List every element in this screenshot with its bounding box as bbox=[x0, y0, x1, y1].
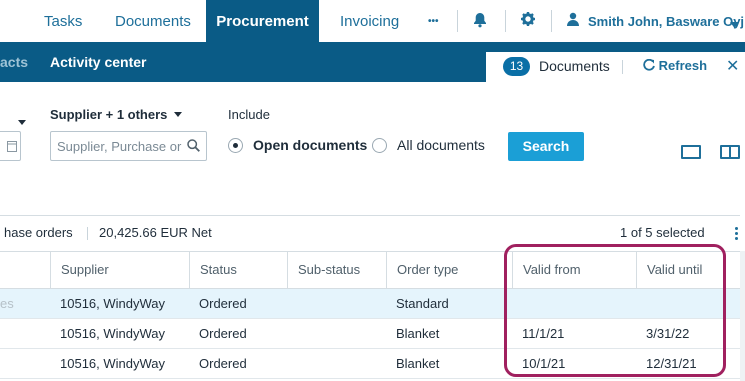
supplier-search-input[interactable]: Supplier, Purchase or bbox=[50, 131, 207, 161]
all-documents-radio[interactable] bbox=[372, 138, 387, 153]
include-label: Include bbox=[228, 107, 270, 122]
panel-separator bbox=[622, 60, 623, 74]
refresh-label: Refresh bbox=[658, 58, 708, 73]
sub-nav-partial-link[interactable]: acts bbox=[0, 42, 28, 82]
summary-separator bbox=[87, 227, 88, 240]
tab-procurement[interactable]: Procurement bbox=[206, 0, 319, 42]
user-menu[interactable]: Smith John, Basware Oyj bbox=[588, 0, 744, 42]
row-lead-text: es bbox=[0, 296, 14, 311]
row-order-type: Blanket bbox=[396, 356, 440, 371]
chevron-down-icon bbox=[171, 107, 183, 122]
summary-divider bbox=[0, 215, 740, 216]
more-menu-button[interactable]: ••• bbox=[428, 0, 439, 42]
orders-summary-partial: hase orders bbox=[4, 225, 73, 240]
chevron-down-icon[interactable] bbox=[730, 15, 739, 31]
date-field[interactable] bbox=[0, 131, 21, 161]
table-scrollbar[interactable] bbox=[740, 251, 745, 381]
column-header-order-type[interactable]: Order type bbox=[386, 252, 512, 288]
documents-label: Documents bbox=[539, 58, 610, 74]
row-order-type: Blanket bbox=[396, 326, 440, 341]
selection-count: 1 of 5 selected bbox=[620, 225, 705, 240]
supplier-filter-text: Supplier + 1 others bbox=[50, 107, 168, 122]
refresh-button[interactable]: Refresh bbox=[643, 58, 707, 73]
row-status: Ordered bbox=[199, 296, 247, 311]
row-status: Ordered bbox=[199, 326, 247, 341]
net-total: 20,425.66 EUR Net bbox=[99, 225, 212, 240]
calendar-icon bbox=[7, 139, 17, 157]
bell-icon[interactable] bbox=[473, 12, 487, 31]
column-header-supplier[interactable]: Supplier bbox=[50, 252, 189, 288]
row-supplier: 10516, WindyWay bbox=[60, 326, 166, 341]
tab-documents[interactable]: Documents bbox=[115, 0, 191, 42]
search-button[interactable]: Search bbox=[508, 132, 584, 161]
split-view-icon[interactable] bbox=[720, 145, 740, 159]
open-documents-radio[interactable] bbox=[228, 138, 243, 153]
row-sub-status bbox=[287, 319, 297, 349]
user-icon bbox=[567, 12, 579, 29]
chevron-down-icon[interactable] bbox=[18, 112, 26, 130]
validity-columns-highlight bbox=[504, 244, 726, 377]
tab-tasks[interactable]: Tasks bbox=[44, 0, 82, 42]
supplier-filter-label[interactable]: Supplier + 1 others bbox=[50, 107, 183, 122]
nav-separator bbox=[457, 10, 458, 32]
activity-center-link[interactable]: Activity center bbox=[50, 42, 146, 82]
row-supplier: 10516, WindyWay bbox=[60, 356, 166, 371]
tab-invoicing[interactable]: Invoicing bbox=[340, 0, 399, 42]
single-view-icon[interactable] bbox=[681, 145, 701, 159]
document-count-badge: 13 bbox=[503, 57, 530, 76]
nav-separator bbox=[505, 10, 506, 32]
gear-icon[interactable] bbox=[521, 12, 535, 29]
documents-panel: 13 Documents Refresh ✕ bbox=[486, 52, 745, 82]
row-supplier: 10516, WindyWay bbox=[60, 296, 166, 311]
row-sub-status bbox=[287, 349, 297, 379]
top-navigation: Tasks Documents Procurement Invoicing ••… bbox=[0, 0, 745, 42]
all-documents-label[interactable]: All documents bbox=[397, 137, 485, 153]
column-header-status[interactable]: Status bbox=[189, 252, 287, 288]
column-header-sub-status[interactable]: Sub-status bbox=[287, 252, 386, 288]
row-status: Ordered bbox=[199, 356, 247, 371]
supplier-search-placeholder: Supplier, Purchase or bbox=[57, 139, 182, 154]
row-sub-status bbox=[287, 289, 297, 319]
refresh-icon bbox=[643, 58, 655, 73]
open-documents-label[interactable]: Open documents bbox=[253, 137, 367, 153]
nav-separator bbox=[551, 10, 552, 32]
search-icon bbox=[187, 139, 200, 157]
close-icon[interactable]: ✕ bbox=[726, 56, 739, 76]
more-options-icon[interactable] bbox=[735, 227, 738, 242]
row-order-type: Standard bbox=[396, 296, 449, 311]
